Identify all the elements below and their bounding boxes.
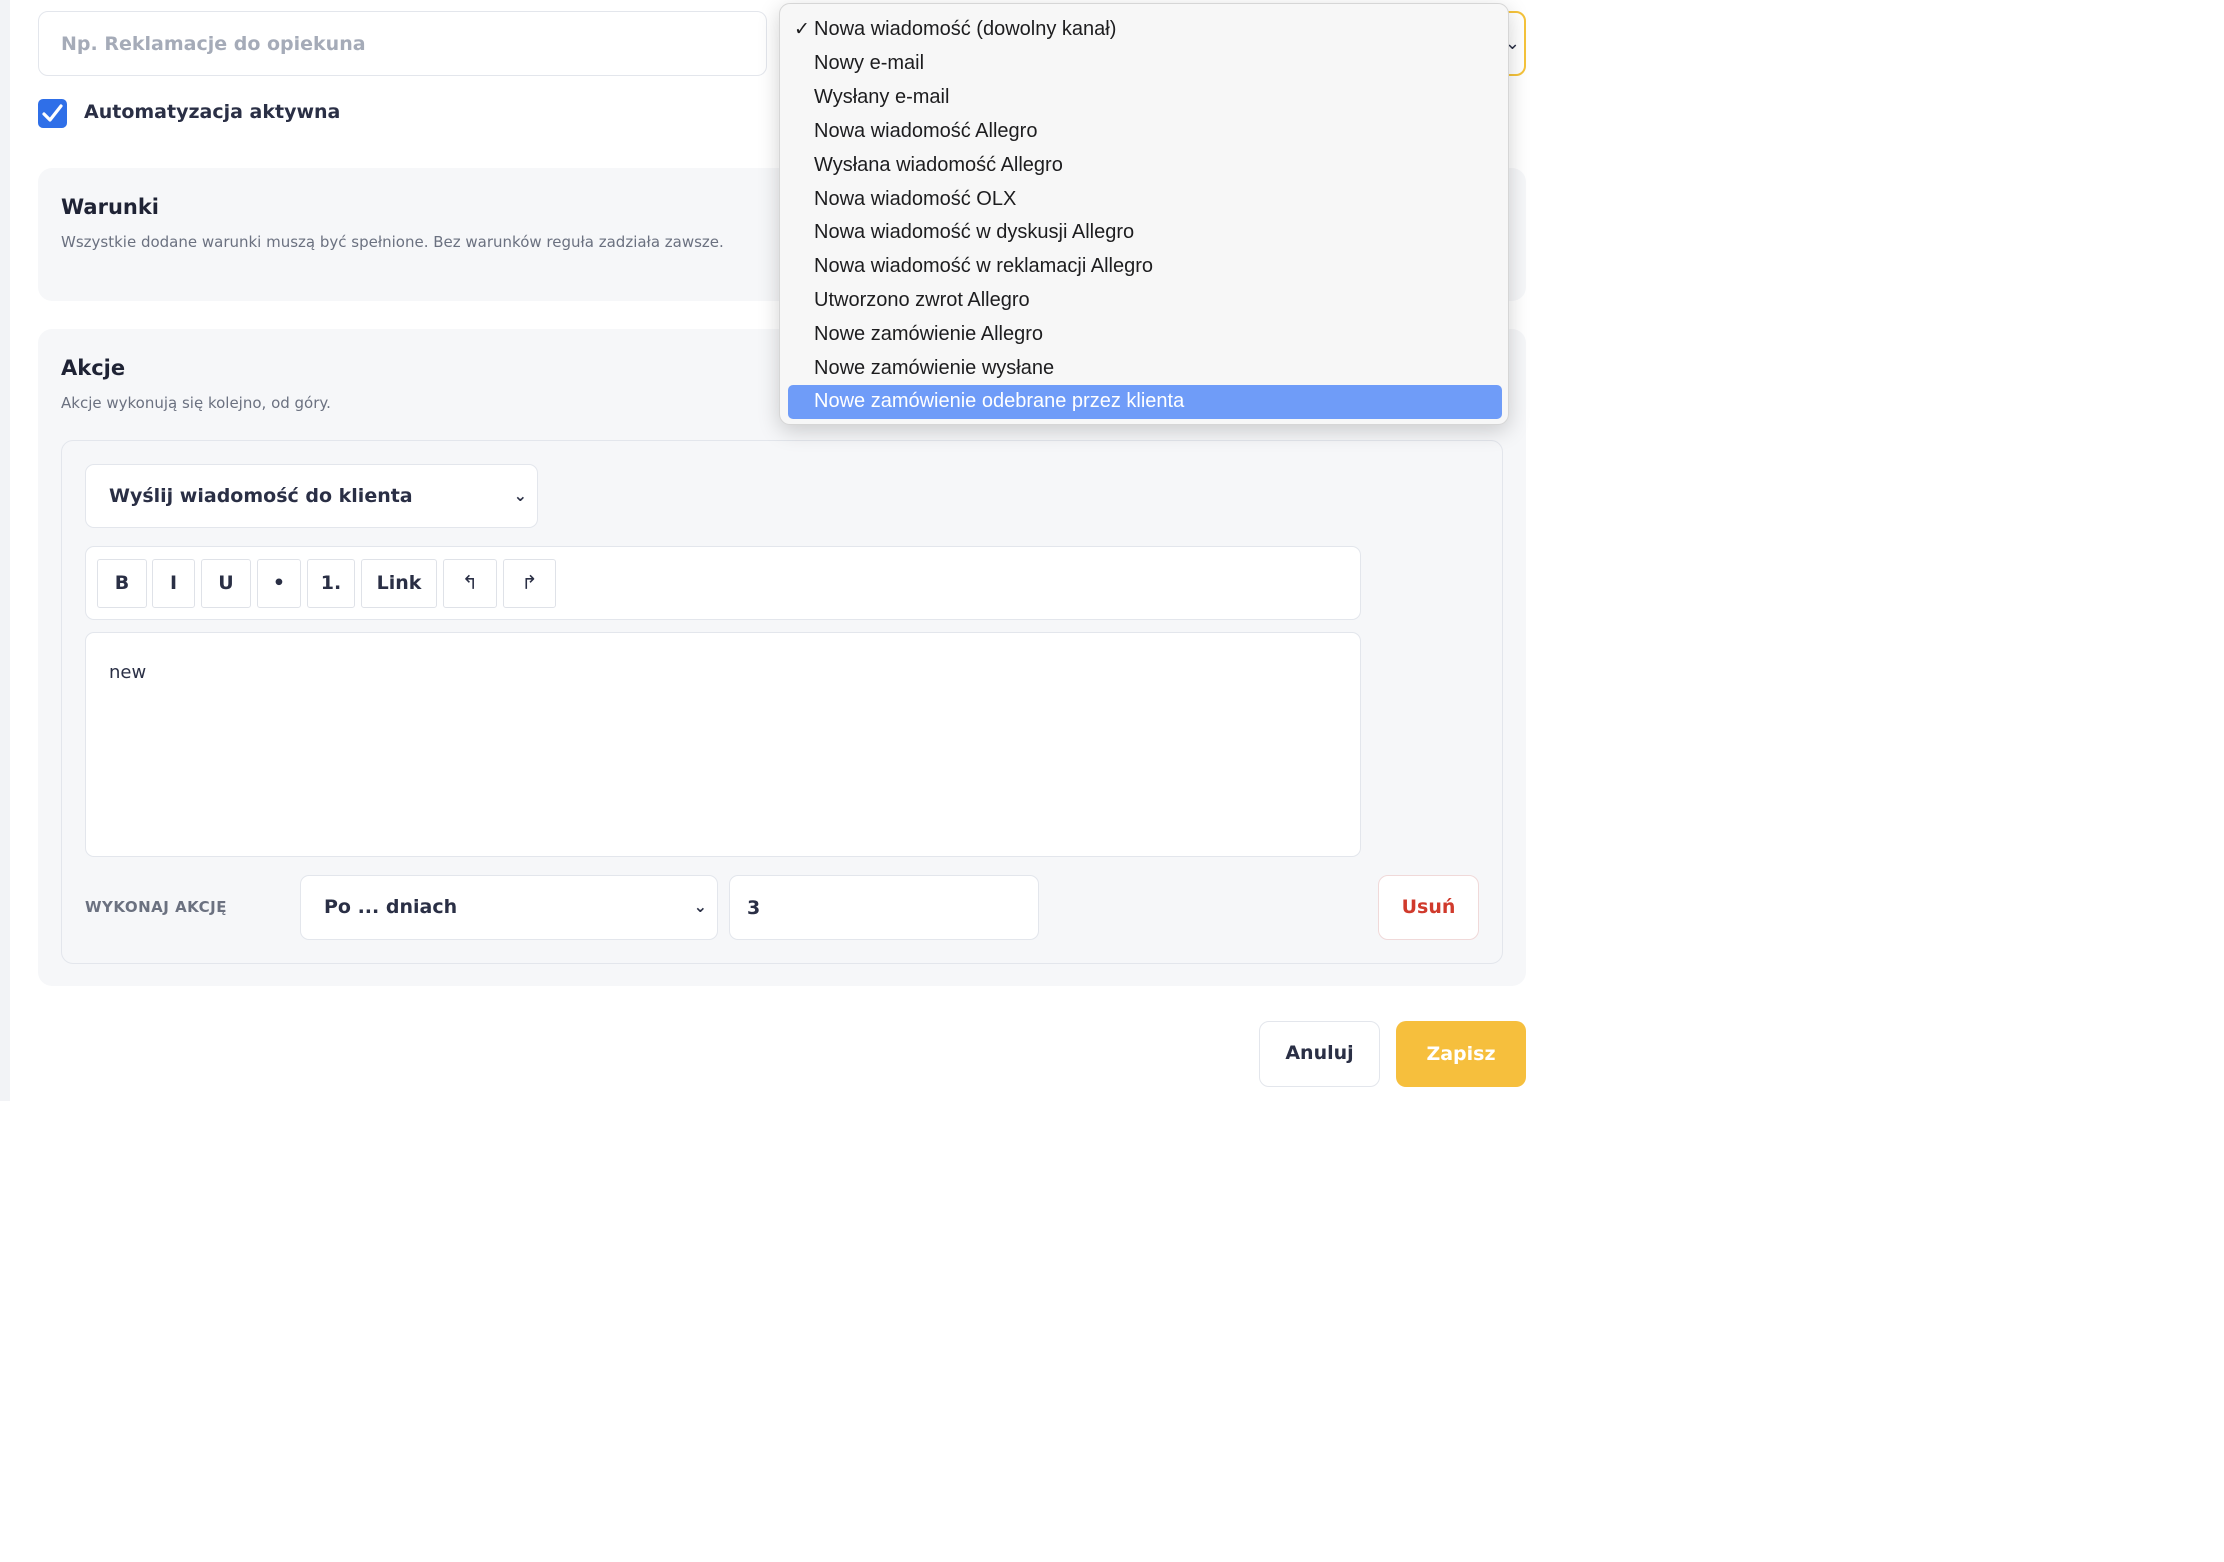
dropdown-option-highlighted[interactable]: Nowe zamówienie odebrane przez klienta xyxy=(788,385,1502,419)
dropdown-option[interactable]: Wysłany e-mail xyxy=(788,81,1502,115)
timing-select[interactable]: Po ... dniach ⌄ xyxy=(300,875,718,940)
chevron-down-icon: ⌄ xyxy=(513,486,527,505)
dropdown-option[interactable]: Nowe zamówienie wysłane xyxy=(788,352,1502,386)
editor-toolbar: B I U • 1. Link ↰ ↱ xyxy=(85,546,1361,620)
redo-button[interactable]: ↱ xyxy=(503,559,556,608)
dropdown-option[interactable]: Nowa wiadomość Allegro xyxy=(788,115,1502,149)
conditions-title: Warunki xyxy=(61,195,160,219)
dropdown-option[interactable]: Nowa wiadomość w reklamacji Allegro xyxy=(788,250,1502,284)
underline-button[interactable]: U xyxy=(201,559,251,608)
dropdown-option[interactable]: Nowy e-mail xyxy=(788,47,1502,81)
check-icon xyxy=(42,104,63,122)
execute-action-label: WYKONAJ AKCJĘ xyxy=(85,898,227,916)
chevron-down-icon: ⌄ xyxy=(693,897,707,916)
message-editor[interactable]: new xyxy=(85,632,1361,857)
cancel-button[interactable]: Anuluj xyxy=(1259,1021,1380,1087)
conditions-subtitle: Wszystkie dodane warunki muszą być spełn… xyxy=(61,233,724,251)
dropdown-option[interactable]: Nowa wiadomość OLX xyxy=(788,183,1502,217)
action-type-value: Wyślij wiadomość do klienta xyxy=(109,485,413,507)
action-type-select[interactable]: Wyślij wiadomość do klienta ⌄ xyxy=(85,464,538,528)
undo-button[interactable]: ↰ xyxy=(443,559,497,608)
days-input[interactable] xyxy=(729,875,1039,940)
message-body-text: new xyxy=(109,662,147,683)
checkmark-icon: ✓ xyxy=(794,19,810,40)
link-button[interactable]: Link xyxy=(361,559,437,608)
delete-action-button[interactable]: Usuń xyxy=(1378,875,1479,940)
trigger-dropdown-menu: ✓ Nowa wiadomość (dowolny kanał) Nowy e-… xyxy=(779,3,1509,425)
dropdown-option[interactable]: Nowa wiadomość w dyskusji Allegro xyxy=(788,216,1502,250)
bold-button[interactable]: B xyxy=(97,559,147,608)
automation-name-input[interactable] xyxy=(38,11,767,76)
page-edge xyxy=(0,0,10,1101)
dropdown-option[interactable]: Nowe zamówienie Allegro xyxy=(788,318,1502,352)
italic-button[interactable]: I xyxy=(152,559,195,608)
dropdown-option[interactable]: ✓ Nowa wiadomość (dowolny kanał) xyxy=(788,13,1502,47)
actions-title: Akcje xyxy=(61,356,126,380)
dropdown-option[interactable]: Utworzono zwrot Allegro xyxy=(788,284,1502,318)
timing-value: Po ... dniach xyxy=(324,896,458,918)
active-checkbox[interactable] xyxy=(38,99,67,128)
actions-subtitle: Akcje wykonują się kolejno, od góry. xyxy=(61,394,331,412)
numbered-list-button[interactable]: 1. xyxy=(307,559,355,608)
save-button[interactable]: Zapisz xyxy=(1396,1021,1526,1087)
dropdown-option[interactable]: Wysłana wiadomość Allegro xyxy=(788,149,1502,183)
active-checkbox-label[interactable]: Automatyzacja aktywna xyxy=(84,101,340,123)
bullet-list-button[interactable]: • xyxy=(257,559,301,608)
